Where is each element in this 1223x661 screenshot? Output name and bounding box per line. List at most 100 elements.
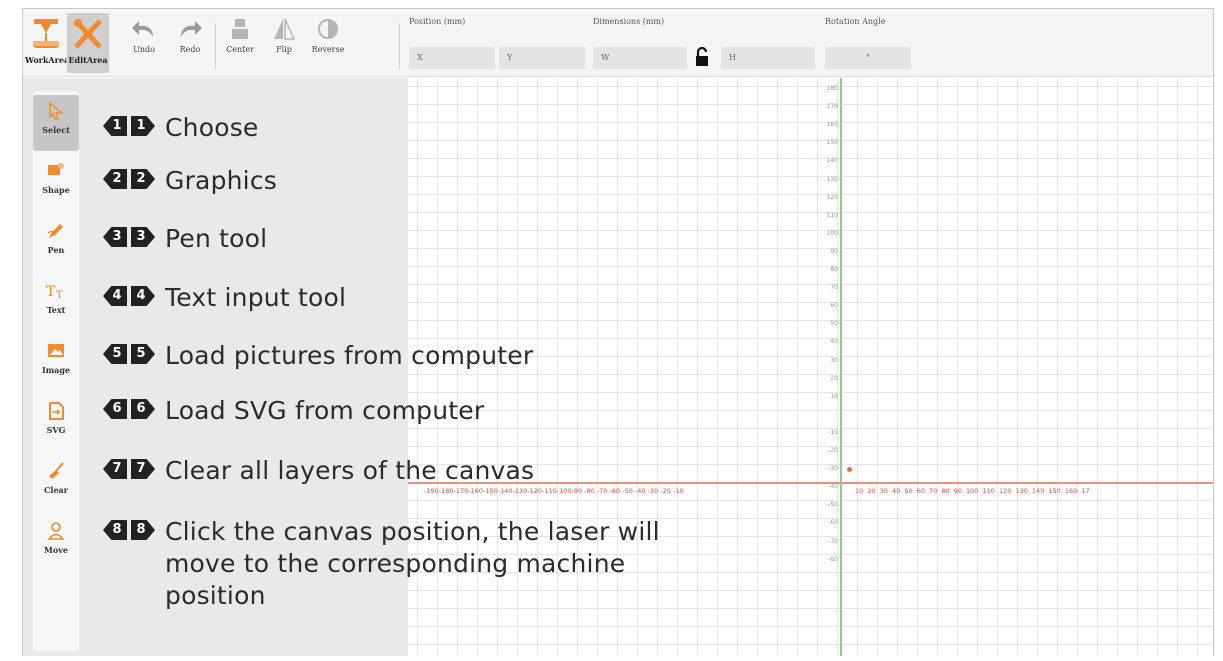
y-tick-label: 50 xyxy=(830,320,838,328)
y-tick-label: -20 xyxy=(828,447,838,454)
reverse-label: Reverse xyxy=(311,45,345,54)
image-label: Image xyxy=(41,365,71,375)
dimensions-w-input[interactable]: W xyxy=(593,47,687,69)
y-tick-label: 160 xyxy=(826,121,838,129)
y-tick-label: 20 xyxy=(830,374,838,382)
person-move-icon xyxy=(47,522,65,540)
callout-3: 3 3 Pen tool xyxy=(103,223,267,255)
move-tool[interactable]: Move xyxy=(33,515,79,571)
text-tool[interactable]: T T Text xyxy=(33,275,79,331)
clear-label: Clear xyxy=(44,485,68,495)
y-tick-label: 30 xyxy=(830,356,838,364)
undo-button[interactable]: Undo xyxy=(123,13,165,73)
dimensions-h-input[interactable]: H xyxy=(721,47,815,69)
callout-5: 5 5 Load pictures from computer xyxy=(103,340,533,372)
callout-text: Clear all layers of the canvas xyxy=(165,456,535,485)
x-axis-ticks-positive: 10 20 30 40 50 60 70 80 90 100 110 120 1… xyxy=(855,487,1090,495)
reverse-icon xyxy=(318,19,338,39)
callout-8: 8 8 Click the canvas position, the laser… xyxy=(103,516,725,612)
callout-number: 7 xyxy=(131,459,155,479)
laser-machine-icon xyxy=(33,19,59,48)
callout-6: 6 6 Load SVG from computer xyxy=(103,395,484,427)
y-tick-label: -70 xyxy=(828,537,838,545)
callout-number: 8 xyxy=(103,520,127,540)
flip-icon xyxy=(274,18,296,40)
callout-number: 7 xyxy=(103,459,127,479)
callout-number: 3 xyxy=(103,227,127,247)
y-tick-label: 40 xyxy=(830,338,838,346)
y-axis xyxy=(840,78,842,656)
tools-cross-icon xyxy=(74,19,102,49)
callout-number: 8 xyxy=(131,520,155,540)
callout-text: Load pictures from computer xyxy=(165,341,534,370)
y-tick-label: 80 xyxy=(830,266,838,273)
y-tick-label: 10 xyxy=(830,392,838,400)
app-window: WorkArea EditArea Undo Redo Center Flip … xyxy=(22,8,1214,656)
flip-label: Flip xyxy=(276,45,292,54)
redo-button[interactable]: Redo xyxy=(169,13,211,73)
x-axis-ticks-negative: -190-180-170-160-150-140-130-120-110-100… xyxy=(424,487,684,495)
y-tick-label: -30 xyxy=(828,465,838,473)
svg-tool[interactable]: SVG xyxy=(33,395,79,451)
shape-tool[interactable]: Shape xyxy=(33,155,79,211)
callout-4: 4 4 Text input tool xyxy=(103,282,346,314)
callout-text: Text input tool xyxy=(165,283,347,312)
svg-label: SVG xyxy=(46,425,66,435)
toolbar-divider xyxy=(215,23,216,69)
pen-tool[interactable]: Pen xyxy=(33,215,79,271)
y-tick-label: 180 xyxy=(826,85,838,92)
flip-button[interactable]: Flip xyxy=(263,13,305,73)
rotation-input[interactable]: ° xyxy=(825,47,911,69)
callout-1: 1 1 Choose xyxy=(103,112,259,144)
select-label: Select xyxy=(42,125,70,135)
y-tick-label: -80 xyxy=(828,555,838,563)
center-button[interactable]: Center xyxy=(219,13,261,73)
pen-icon xyxy=(47,224,63,238)
redo-label: Redo xyxy=(179,45,201,54)
toolbar-divider xyxy=(399,23,400,69)
callout-number: 1 xyxy=(131,116,155,136)
editarea-label: EditArea xyxy=(68,55,108,65)
position-title: Position (mm) xyxy=(409,17,466,26)
workarea-label: WorkArea xyxy=(25,55,70,65)
position-x-input[interactable]: X xyxy=(409,47,495,69)
editarea-button[interactable]: EditArea xyxy=(67,13,109,73)
y-tick-label: 130 xyxy=(826,175,838,183)
center-icon xyxy=(232,19,248,39)
clear-tool[interactable]: Clear xyxy=(33,455,79,511)
center-label: Center xyxy=(226,45,254,54)
workarea-button[interactable]: WorkArea xyxy=(25,13,70,73)
callout-text: Graphics xyxy=(165,166,278,195)
y-tick-label: 90 xyxy=(830,247,838,255)
callout-number: 6 xyxy=(131,399,155,419)
callout-number: 5 xyxy=(131,344,155,364)
broom-icon xyxy=(49,462,64,479)
undo-icon xyxy=(132,21,153,37)
svg-text:T: T xyxy=(56,290,63,301)
y-tick-label: 110 xyxy=(826,211,838,219)
callout-number: 6 xyxy=(103,399,127,419)
y-tick-label: 150 xyxy=(826,139,838,147)
position-y-input[interactable]: Y xyxy=(499,47,585,69)
y-tick-label: 100 xyxy=(826,229,838,237)
image-tool[interactable]: Image xyxy=(33,335,79,391)
reverse-button[interactable]: Reverse xyxy=(307,13,349,73)
y-tick-label: -40 xyxy=(828,483,838,491)
y-tick-label: 70 xyxy=(830,284,838,292)
cursor-icon xyxy=(49,101,65,120)
dimensions-title: Dimensions (mm) xyxy=(593,17,665,26)
shape-icon xyxy=(48,163,64,175)
y-tick-label: -50 xyxy=(828,501,838,509)
callout-text: Choose xyxy=(165,113,259,142)
text-label: Text xyxy=(46,305,66,315)
select-tool[interactable]: Select xyxy=(33,95,79,151)
callout-text: Pen tool xyxy=(165,224,268,253)
svg-file-icon xyxy=(49,402,64,420)
lock-icon[interactable] xyxy=(695,46,709,71)
image-icon xyxy=(48,344,64,357)
callout-number: 3 xyxy=(131,227,155,247)
callout-number: 5 xyxy=(103,344,127,364)
callout-number: 2 xyxy=(103,169,127,189)
callout-text: Click the canvas position, the laser wil… xyxy=(165,517,660,610)
left-toolbar: Select Shape Pen T T Text Image SVG Clea… xyxy=(33,91,79,651)
